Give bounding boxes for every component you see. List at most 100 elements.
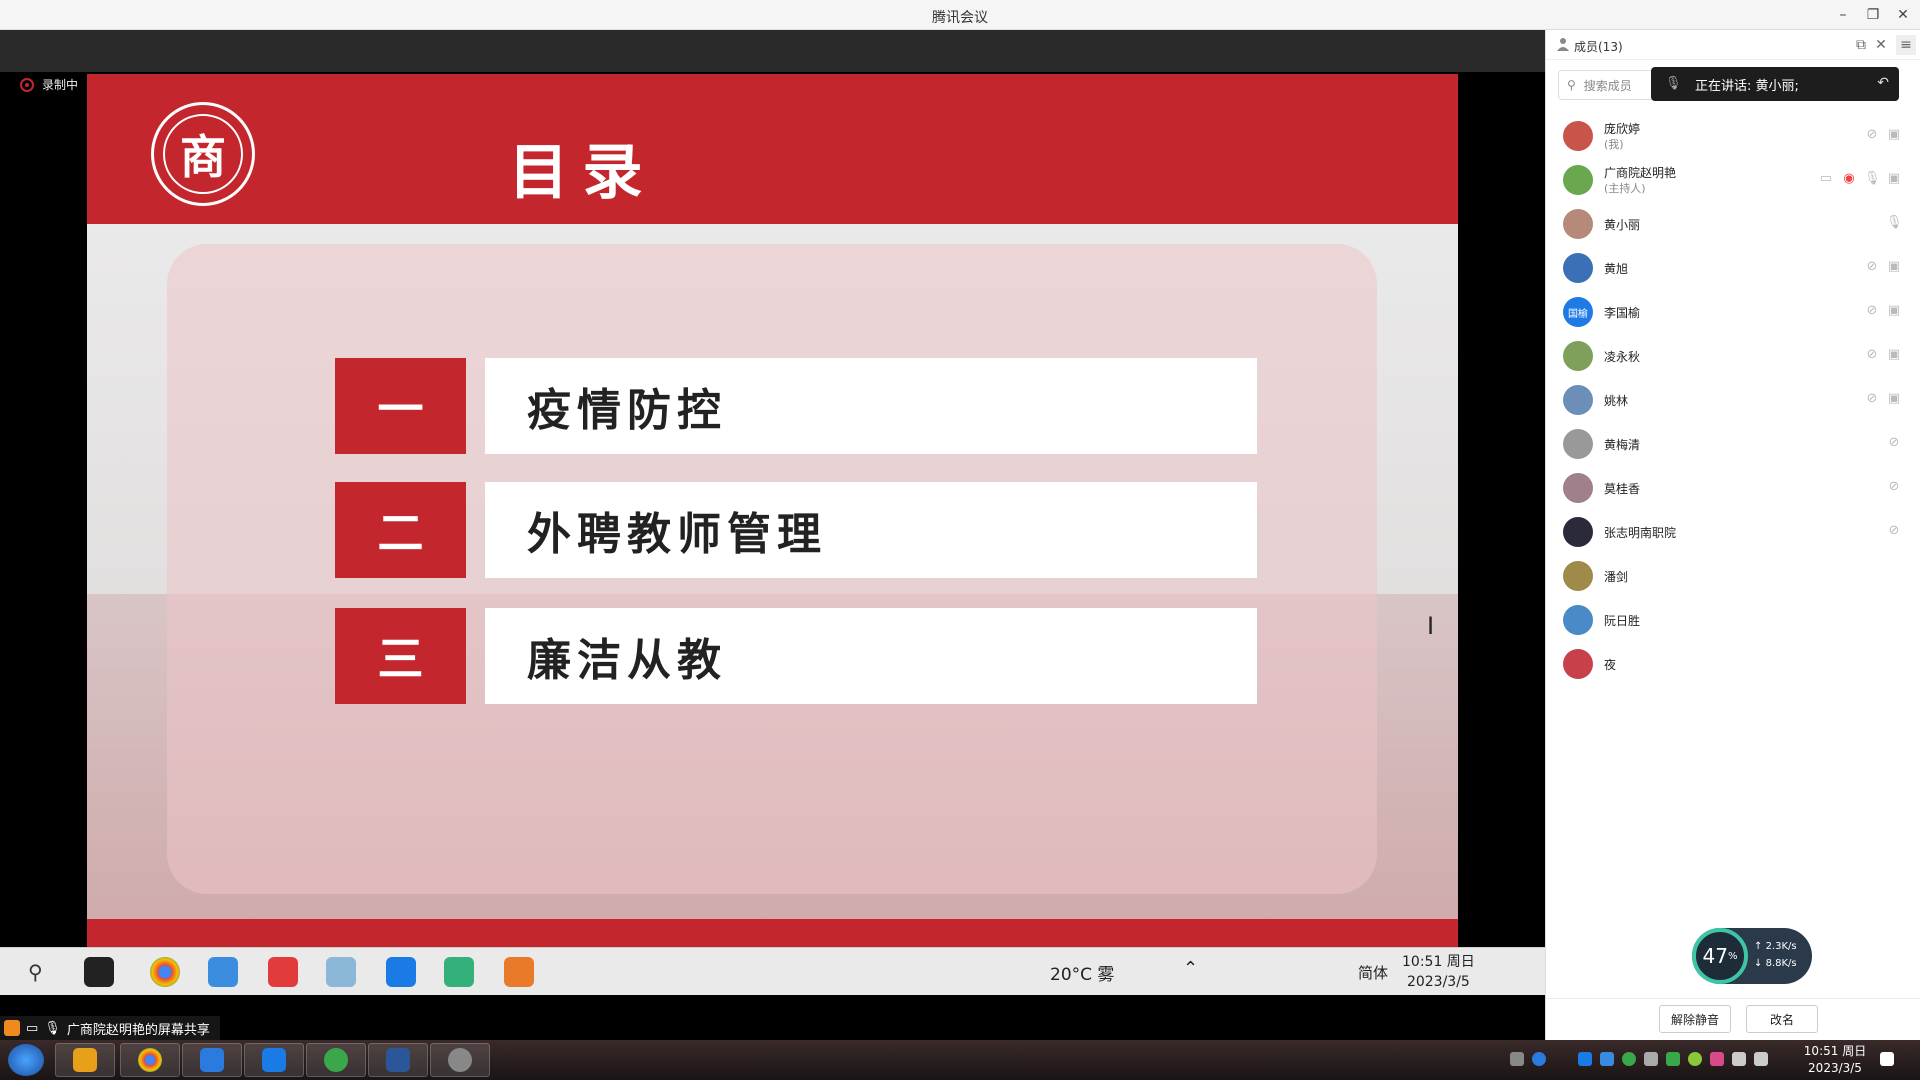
camera-off-icon[interactable]: ▣ — [1886, 171, 1902, 187]
network-percent: 47% — [1692, 928, 1748, 984]
member-count-title: 成员(13) — [1574, 40, 1623, 54]
text-cursor-icon: I — [1427, 612, 1435, 640]
member-name: 凌永秋 — [1604, 350, 1641, 364]
pdf-icon — [444, 957, 474, 987]
mic-muted-icon[interactable]: ⊘ — [1864, 127, 1880, 143]
mic-muted-icon[interactable]: ⊘ — [1864, 347, 1880, 363]
rename-button[interactable]: 改名 — [1746, 1005, 1818, 1033]
member-name: 夜 — [1604, 658, 1617, 672]
toc-number: 一 — [335, 358, 466, 454]
toc-label: 外聘教师管理 — [485, 482, 1257, 578]
host-taskbar: 10:51 周日 2023/3/5 — [0, 1040, 1920, 1080]
share-banner-text: 广商院赵明艳的屏幕共享 — [66, 1022, 210, 1038]
download-speed: 8.8K/s — [1765, 958, 1797, 969]
person-icon — [1557, 38, 1569, 51]
speaking-text: 正在讲话: 黄小丽; — [1695, 78, 1799, 94]
taskbar-chrome[interactable] — [120, 1043, 180, 1077]
avatar — [1563, 429, 1593, 459]
volume-icon[interactable] — [1732, 1052, 1746, 1066]
minimize-button[interactable]: – — [1832, 4, 1854, 26]
member-row[interactable]: 张志明南职院 ⊘ — [1546, 510, 1920, 554]
media-icon — [504, 957, 534, 987]
files-icon — [208, 957, 238, 987]
member-row[interactable]: 潘剑 — [1546, 554, 1920, 598]
member-row[interactable]: 黄梅清 ⊘ — [1546, 422, 1920, 466]
screen-share-banner[interactable]: ▭ 🎙 广商院赵明艳的屏幕共享 — [0, 1016, 220, 1040]
member-name: 张志明南职院 — [1604, 526, 1677, 540]
taskbar-app[interactable] — [430, 1043, 490, 1077]
mic-icon[interactable]: 🎙 — [1864, 171, 1881, 187]
taskbar-meeting[interactable] — [244, 1043, 304, 1077]
search-icon: ⚲ — [1567, 78, 1576, 92]
network-icon[interactable] — [1644, 1052, 1658, 1066]
camera-off-icon[interactable]: ▣ — [1886, 391, 1902, 407]
member-row[interactable]: 黄旭 ⊘ ▣ — [1546, 246, 1920, 290]
toc-label: 廉洁从教 — [485, 608, 1257, 704]
menu-icon[interactable]: ≡ — [1896, 35, 1916, 55]
app-icon — [200, 1048, 224, 1072]
member-row[interactable]: 凌永秋 ⊘ ▣ — [1546, 334, 1920, 378]
popout-icon[interactable]: ⧉ — [1851, 35, 1871, 55]
member-panel: 成员(13) ⧉ ✕ ≡ ⚲ 搜索成员 🎙 正在讲话: 黄小丽; ↶ 庞欣婷 (… — [1545, 30, 1920, 1040]
app-icon — [448, 1048, 472, 1072]
word-icon — [386, 1048, 410, 1072]
app-tray-icon[interactable] — [1710, 1052, 1724, 1066]
avatar — [1563, 605, 1593, 635]
app-tray-icon[interactable] — [1622, 1052, 1636, 1066]
taskbar-app[interactable] — [306, 1043, 366, 1077]
mic-muted-icon[interactable]: ⊘ — [1886, 479, 1902, 495]
recording-label: 录制中 — [42, 78, 79, 92]
recording-indicator[interactable]: 录制中 — [20, 76, 78, 93]
avatar — [1563, 341, 1593, 371]
slide-header: 商 目录 — [87, 74, 1458, 224]
app-tray-icon[interactable] — [1688, 1052, 1702, 1066]
mic-muted-icon[interactable]: ⊘ — [1864, 259, 1880, 275]
mic-muted-icon[interactable]: ⊘ — [1886, 435, 1902, 451]
toc-item: 三 廉洁从教 — [335, 608, 1257, 704]
network-gauge[interactable]: 47% ↑ 2.3K/s ↓ 8.8K/s — [1692, 928, 1812, 984]
monitor-icon[interactable] — [1754, 1052, 1768, 1066]
notification-icon[interactable] — [1880, 1052, 1894, 1066]
member-row[interactable]: 夜 — [1546, 642, 1920, 686]
shield-icon[interactable] — [1600, 1052, 1614, 1066]
security-icon[interactable] — [1666, 1052, 1680, 1066]
member-panel-footer: 解除静音 改名 — [1546, 998, 1920, 1040]
network-percent-value: 47 — [1702, 944, 1728, 968]
mic-icon[interactable]: 🎙 — [1886, 215, 1903, 231]
avatar — [1563, 473, 1593, 503]
member-row[interactable]: 国榆 李国榆 ⊘ ▣ — [1546, 290, 1920, 334]
taskbar-word[interactable] — [368, 1043, 428, 1077]
mic-muted-icon[interactable]: ⊘ — [1864, 303, 1880, 319]
help-icon[interactable] — [1532, 1052, 1546, 1066]
close-panel-icon[interactable]: ✕ — [1871, 35, 1891, 55]
app-icon — [326, 957, 356, 987]
member-row[interactable]: 姚林 ⊘ ▣ — [1546, 378, 1920, 422]
mic-muted-icon[interactable]: ⊘ — [1864, 391, 1880, 407]
close-button[interactable]: ✕ — [1892, 4, 1914, 26]
camera-off-icon[interactable]: ▣ — [1886, 347, 1902, 363]
member-row[interactable]: 黄小丽 🎙 — [1546, 202, 1920, 246]
chevron-up-icon: ⌃ — [1183, 958, 1199, 979]
toc-number: 二 — [335, 482, 466, 578]
member-row[interactable]: 庞欣婷 (我) ⊘ ▣ — [1546, 114, 1920, 158]
restore-button[interactable]: ❐ — [1862, 4, 1884, 26]
host-clock[interactable]: 10:51 周日 2023/3/5 — [1795, 1043, 1875, 1077]
avatar — [1563, 121, 1593, 151]
chrome-icon — [138, 1048, 162, 1072]
taskbar-app[interactable] — [55, 1043, 115, 1077]
collapse-icon[interactable]: ↶ — [1877, 75, 1889, 91]
member-row[interactable]: 阮日胜 — [1546, 598, 1920, 642]
keyboard-icon[interactable] — [1510, 1052, 1524, 1066]
camera-off-icon[interactable]: ▣ — [1886, 303, 1902, 319]
member-row[interactable]: 莫桂香 ⊘ — [1546, 466, 1920, 510]
meeting-tray-icon[interactable] — [1578, 1052, 1592, 1066]
mic-muted-icon[interactable]: ⊘ — [1886, 523, 1902, 539]
screen-icon: ▭ — [26, 1020, 39, 1036]
member-row[interactable]: 广商院赵明艳 (主持人) ▭ ◉ 🎙 ▣ — [1546, 158, 1920, 202]
start-button[interactable] — [8, 1044, 44, 1076]
unmute-all-button[interactable]: 解除静音 — [1659, 1005, 1731, 1033]
camera-off-icon[interactable]: ▣ — [1886, 259, 1902, 275]
member-name: 潘剑 — [1604, 570, 1629, 584]
taskbar-app[interactable] — [182, 1043, 242, 1077]
camera-off-icon[interactable]: ▣ — [1886, 127, 1902, 143]
